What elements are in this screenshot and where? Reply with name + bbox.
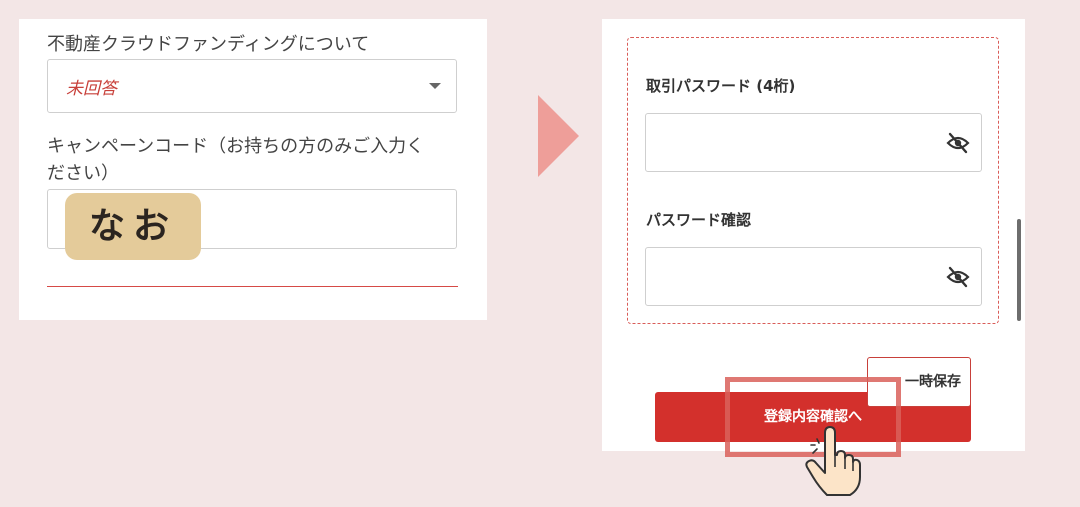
- left-form-panel: 不動産クラウドファンディングについて 未回答 キャンペーンコード（お持ちの方のみ…: [19, 19, 487, 320]
- crowdfunding-select[interactable]: 未回答: [47, 59, 457, 113]
- trade-password-input[interactable]: [645, 113, 982, 172]
- chevron-down-icon: [429, 83, 441, 89]
- password-confirm-input[interactable]: [645, 247, 982, 306]
- crowdfunding-label: 不動産クラウドファンディングについて: [47, 34, 370, 55]
- campaign-sticker: なお: [65, 193, 201, 260]
- hand-pointer-icon: [805, 426, 861, 496]
- campaign-code-label-line2: ださい）: [47, 163, 119, 184]
- scrollbar[interactable]: [1017, 219, 1021, 321]
- password-confirm-label: パスワード確認: [646, 211, 752, 229]
- crowdfunding-select-value: 未回答: [66, 79, 117, 99]
- divider: [47, 286, 458, 287]
- arrow-right-icon: [538, 95, 579, 177]
- campaign-code-label-line1: キャンペーンコード（お持ちの方のみご入力く: [47, 136, 425, 157]
- trade-password-label: 取引パスワード (4桁): [646, 77, 796, 95]
- eye-off-icon[interactable]: [946, 266, 970, 288]
- eye-off-icon[interactable]: [946, 132, 970, 154]
